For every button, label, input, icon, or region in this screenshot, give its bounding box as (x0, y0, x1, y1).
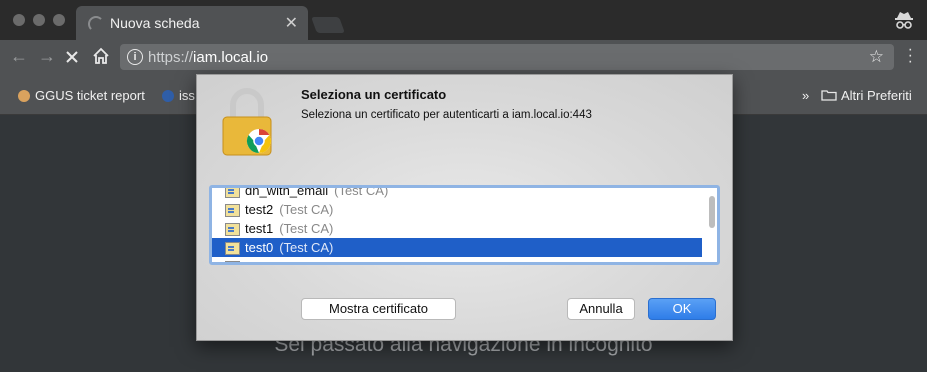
certificate-issuer: (Test CA) (279, 221, 334, 236)
incognito-icon (895, 12, 913, 29)
certificate-dialog: Seleziona un certificato Seleziona un ce… (196, 74, 733, 341)
loading-spinner-icon (88, 16, 104, 32)
certificate-name: dn_with_email (245, 185, 329, 198)
back-arrow-icon[interactable]: ← (10, 46, 28, 67)
menu-dots-icon[interactable]: · · · (908, 42, 913, 70)
bookmark-star-icon[interactable]: ☆ (869, 47, 884, 67)
padlock-chrome-icon (222, 88, 272, 156)
certificate-name: test2 (245, 202, 274, 217)
bookmark-iss-label: iss (179, 88, 195, 103)
tab-close-icon[interactable]: ✕ (285, 13, 298, 33)
ggus-favicon-icon (18, 90, 30, 102)
bookmark-iss[interactable]: iss (162, 88, 195, 103)
certificate-issuer: (Test CA) (279, 202, 334, 217)
dialog-title: Seleziona un certificato (301, 87, 447, 102)
certificate-icon (225, 188, 240, 198)
url-scheme: https:// (148, 49, 194, 66)
certificate-icon (225, 204, 240, 217)
certificate-label: dn_with_email (Test CA) (245, 185, 389, 198)
bookmarks-overflow-icon[interactable]: » (802, 88, 809, 103)
url-text: https://iam.local.io (148, 49, 268, 66)
bookmark-ggus[interactable]: GGUS ticket report (18, 88, 145, 103)
certificate-icon (225, 242, 240, 255)
list-item[interactable]: test2 (Test CA) (212, 200, 702, 219)
certificate-name: test1 (245, 221, 274, 236)
list-item[interactable]: test1 (Test CA) (212, 219, 702, 238)
certificate-list[interactable]: dn_with_email (Test CA) test2 (Test CA) te… (209, 185, 720, 265)
list-item[interactable] (212, 257, 702, 262)
tab-title: Nuova scheda (110, 15, 200, 31)
toolbar: ← → i https://iam.local.io ☆ · · · (0, 40, 927, 74)
certificate-label: test2 (Test CA) (245, 202, 333, 217)
list-item-selected[interactable]: test0 (Test CA) (212, 238, 702, 257)
new-tab-button[interactable] (311, 17, 345, 33)
certificate-label: test0 (Test CA) (245, 240, 333, 255)
forward-arrow-icon[interactable]: → (38, 46, 56, 67)
folder-icon (821, 90, 837, 101)
list-item[interactable]: dn_with_email (Test CA) (212, 185, 702, 200)
tab-nuova-scheda[interactable]: Nuova scheda ✕ (76, 6, 308, 40)
url-host: iam.local.io (193, 49, 269, 66)
bookmark-ggus-label: GGUS ticket report (35, 88, 145, 103)
certificate-name: test0 (245, 240, 274, 255)
cancel-button[interactable]: Annulla (567, 298, 635, 320)
bookmark-folder-label: Altri Preferiti (841, 88, 912, 103)
bookmark-folder-altri-preferiti[interactable]: Altri Preferiti (821, 88, 912, 103)
close-window-button[interactable] (13, 14, 25, 26)
certificate-label: test1 (Test CA) (245, 221, 333, 236)
certificate-issuer: (Test CA) (334, 185, 389, 198)
title-bar: Nuova scheda ✕ (0, 0, 927, 40)
certificate-issuer: (Test CA) (279, 240, 334, 255)
certificate-icon (225, 223, 240, 236)
minimize-window-button[interactable] (33, 14, 45, 26)
home-icon[interactable] (92, 47, 110, 65)
ok-button[interactable]: OK (648, 298, 716, 320)
stop-loading-icon[interactable] (64, 49, 80, 65)
show-certificate-button[interactable]: Mostra certificato (301, 298, 456, 320)
iss-favicon-icon (162, 90, 174, 102)
certificate-icon (225, 261, 240, 262)
zoom-window-button[interactable] (53, 14, 65, 26)
dialog-subtitle: Seleziona un certificato per autenticart… (301, 109, 592, 121)
address-bar[interactable]: i https://iam.local.io ☆ (120, 44, 894, 70)
info-icon[interactable]: i (127, 49, 143, 65)
list-scrollbar[interactable] (709, 196, 715, 228)
